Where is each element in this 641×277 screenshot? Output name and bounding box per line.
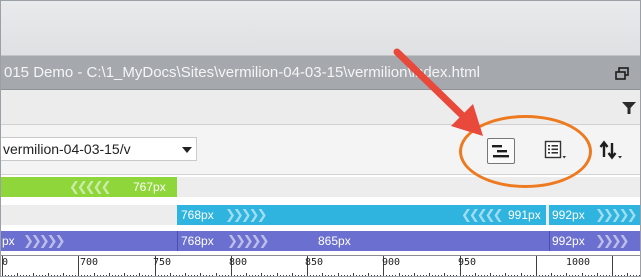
ruler-tick (566, 273, 567, 276)
file-path-dropdown[interactable]: vermilion-04-03-15/v (1, 137, 197, 161)
ruler-tick (170, 273, 171, 276)
ruler-label: 0 (2, 257, 9, 268)
bar-divider (177, 231, 178, 251)
media-query-bar-768-991[interactable]: 768px ❯❯❯❯❯ ❮❮❮❮❮ 991px (177, 205, 546, 225)
ruler-tick (124, 273, 125, 276)
media-query-bars: ❮❮❮❮❮ 767px 768px ❯❯❯❯❯ ❮❮❮❮❮ 991px 992p… (1, 175, 640, 255)
ruler-tick (63, 273, 64, 276)
ruler-tick (109, 273, 110, 276)
media-query-label: px (2, 234, 15, 248)
chevron-right-icon: ❯❯❯❯ (595, 233, 630, 248)
ruler-tick (292, 273, 293, 276)
ruler-label: 750 (153, 257, 172, 268)
media-query-row: 768px ❯❯❯❯❯ ❮❮❮❮❮ 991px 992px ❯❯❯❯❯ (1, 205, 640, 225)
ruler-tick (185, 273, 186, 276)
ruler-tick (582, 273, 583, 276)
ruler-tick (368, 273, 369, 276)
ruler-tick (200, 273, 201, 276)
ruler-tick (521, 273, 522, 276)
ruler-tick (17, 273, 18, 276)
ruler-tick (627, 273, 628, 276)
title-bar: 015 Demo - C:\1_MyDocs\Sites\vermilion-0… (1, 55, 640, 90)
media-query-label: 992px (552, 208, 585, 222)
media-query-label: 865px (318, 234, 351, 248)
media-query-bar-max-767[interactable]: ❮❮❮❮❮ 767px (1, 177, 177, 197)
ruler-tick (261, 273, 262, 276)
ruler-label: 1000 (566, 257, 591, 268)
ruler-tick (399, 273, 400, 276)
ruler-tick (490, 273, 491, 276)
ruler-tick (444, 273, 445, 276)
ruler-tick (338, 273, 339, 276)
chevron-right-icon: ❯❯❯❯❯ (225, 207, 268, 222)
media-query-label: 767px (133, 180, 166, 194)
ruler-label: 700 (80, 257, 99, 268)
ruler-tick (505, 273, 506, 276)
ruler-tick (78, 256, 79, 276)
bar-divider (549, 231, 550, 251)
ruler-tick (322, 273, 323, 276)
ruler-label: 850 (305, 257, 324, 268)
restore-window-icon[interactable] (615, 67, 629, 80)
sort-icon[interactable] (598, 138, 624, 162)
chevron-left-icon: ❮❮❮❮❮ (69, 179, 112, 194)
media-query-label: 992px (552, 234, 585, 248)
application-window: 015 Demo - C:\1_MyDocs\Sites\vermilion-0… (0, 0, 641, 277)
chevron-left-icon: ❮❮❮❮❮ (461, 207, 504, 222)
window-top-band (1, 1, 640, 55)
ruler-tick (246, 273, 247, 276)
ruler-tick (414, 273, 415, 276)
chevron-right-icon: ❯❯❯❯❯ (227, 233, 270, 248)
ruler-tick (353, 273, 354, 276)
media-query-label: 991px (508, 208, 541, 222)
chevron-down-icon[interactable] (182, 147, 192, 153)
ruler-tick (216, 273, 217, 276)
ruler-tick (597, 273, 598, 276)
pixel-ruler: 0 700 750 800 850 900 950 1000 (1, 255, 640, 276)
media-query-bar-min-992[interactable]: 992px ❯❯❯❯❯ (549, 205, 640, 225)
ruler-tick (612, 256, 613, 276)
ruler-tick (536, 256, 537, 276)
media-query-bar-purple[interactable]: px ❯❯❯❯❯ 768px ❯❯❯❯❯ 865px 992px ❯❯❯❯ (1, 231, 640, 251)
ruler-tick (33, 273, 34, 276)
media-query-label: 768px (181, 208, 214, 222)
ruler-tick (277, 273, 278, 276)
red-arrow-icon (393, 48, 483, 136)
ruler-tick (48, 273, 49, 276)
file-path-value: vermilion-04-03-15/v (3, 141, 131, 157)
media-query-label: 768px (181, 234, 214, 248)
chevron-right-icon: ❯❯❯❯❯ (23, 233, 66, 248)
media-query-row: px ❯❯❯❯❯ 768px ❯❯❯❯❯ 865px 992px ❯❯❯❯ (1, 231, 640, 251)
chevron-right-icon: ❯❯❯❯❯ (595, 207, 638, 222)
ruler-label: 800 (229, 257, 248, 268)
ruler-label: 950 (458, 257, 477, 268)
ruler-label: 900 (382, 257, 401, 268)
filter-icon[interactable] (621, 100, 637, 116)
ruler-tick (139, 273, 140, 276)
ruler-tick (551, 273, 552, 276)
ruler-tick (429, 273, 430, 276)
ruler-tick (94, 273, 95, 276)
ruler-tick (475, 273, 476, 276)
